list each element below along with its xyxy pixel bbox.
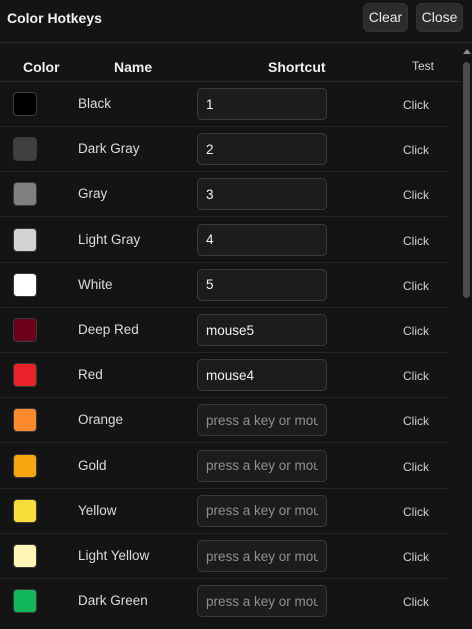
hotkey-row: Dark Gray Click [0, 127, 448, 173]
color-swatch [13, 544, 37, 568]
header-bar: Color Hotkeys Clear Close [0, 0, 472, 43]
test-click-button[interactable]: Click [403, 324, 429, 338]
vertical-scrollbar[interactable] [461, 44, 472, 629]
clear-button[interactable]: Clear [363, 3, 408, 32]
hotkey-row: White Click [0, 263, 448, 308]
shortcut-input[interactable] [197, 494, 327, 527]
color-name: Light Yellow [78, 548, 150, 563]
color-name: Orange [78, 412, 124, 428]
shortcut-input[interactable] [197, 404, 327, 437]
color-swatch [13, 318, 37, 342]
color-swatch [13, 137, 37, 162]
color-swatch [13, 182, 37, 207]
shortcut-input[interactable] [197, 585, 327, 618]
color-name: Yellow [78, 502, 117, 518]
test-click-button[interactable]: Click [403, 143, 429, 157]
column-header-name: Name [114, 59, 153, 75]
shortcut-input[interactable] [197, 268, 327, 301]
test-click-button[interactable]: Click [403, 369, 429, 383]
color-swatch [13, 589, 37, 614]
column-header-color: Color [23, 59, 60, 75]
hotkey-row: Orange Click [0, 398, 448, 444]
test-click-button[interactable]: Click [403, 595, 429, 609]
color-swatch [13, 92, 37, 116]
test-click-button[interactable]: Click [403, 414, 429, 428]
hotkey-row: Gold Click [0, 444, 448, 489]
color-name: Gold [78, 457, 107, 473]
shortcut-input[interactable] [197, 540, 327, 572]
color-name: Light Gray [78, 231, 141, 247]
window-title: Color Hotkeys [7, 10, 102, 26]
test-click-button[interactable]: Click [403, 234, 429, 248]
test-click-button[interactable]: Click [403, 550, 429, 564]
color-hotkeys-window: Color Hotkeys Clear Close Color Name Sho… [0, 0, 472, 629]
color-name: White [78, 276, 113, 292]
hotkey-row: Red Click [0, 353, 448, 399]
color-swatch [13, 363, 37, 388]
hotkey-row: Yellow Click [0, 489, 448, 534]
color-name: Deep Red [78, 322, 139, 337]
color-name: Red [78, 367, 103, 383]
color-swatch [13, 272, 37, 297]
test-click-button[interactable]: Click [403, 505, 429, 519]
shortcut-input[interactable] [197, 359, 327, 392]
shortcut-input[interactable] [197, 223, 327, 256]
shortcut-input[interactable] [197, 88, 327, 120]
shortcut-input[interactable] [197, 449, 327, 482]
hotkey-row: Light Yellow Click [0, 534, 448, 579]
color-swatch [13, 227, 37, 252]
hotkey-row: Black Click [0, 82, 448, 127]
color-name: Dark Green [78, 593, 148, 609]
color-name: Dark Gray [78, 141, 140, 157]
column-header-shortcut: Shortcut [268, 59, 326, 75]
test-click-button[interactable]: Click [403, 188, 429, 202]
table-header: Color Name Shortcut Test [0, 53, 460, 82]
hotkey-row: Light Gray Click [0, 218, 448, 263]
hotkey-row: Deep Red Click [0, 308, 448, 353]
color-swatch [13, 453, 37, 478]
shortcut-input[interactable] [197, 178, 327, 211]
hotkey-row: Dark Green Click [0, 579, 448, 624]
color-swatch [13, 498, 37, 523]
scrollbar-thumb[interactable] [463, 62, 470, 298]
color-name: Gray [78, 186, 108, 202]
column-header-test: Test [412, 59, 435, 73]
test-click-button[interactable]: Click [403, 98, 429, 112]
close-button[interactable]: Close [416, 3, 463, 32]
color-swatch [13, 408, 37, 433]
scroll-up-arrow-icon[interactable] [463, 49, 471, 54]
color-name: Black [78, 96, 112, 111]
test-click-button[interactable]: Click [403, 460, 429, 474]
shortcut-input[interactable] [197, 314, 327, 346]
shortcut-input[interactable] [197, 133, 327, 166]
hotkey-row: Gray Click [0, 172, 448, 218]
test-click-button[interactable]: Click [403, 279, 429, 293]
